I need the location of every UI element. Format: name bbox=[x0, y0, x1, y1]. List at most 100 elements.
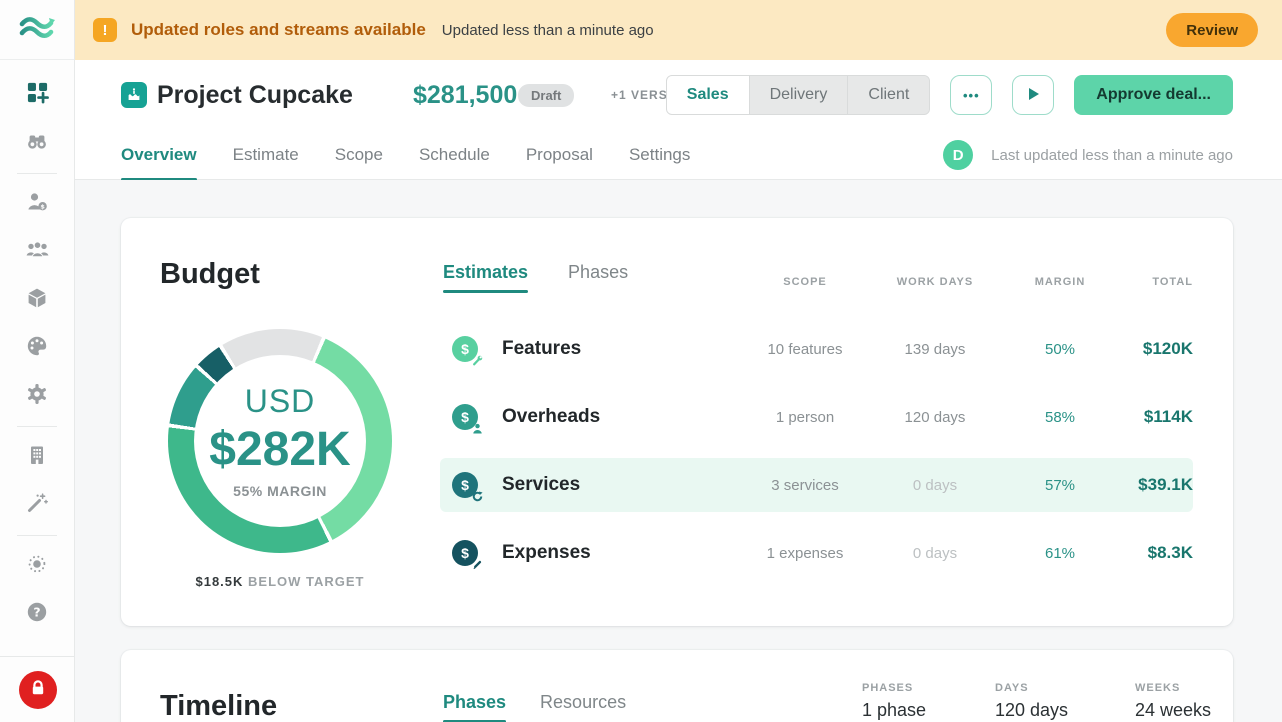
column-header-work-days: WORK DAYS bbox=[870, 276, 1000, 288]
tab-overview[interactable]: Overview bbox=[121, 130, 197, 180]
sidebar-item-roles[interactable]: $ bbox=[0, 180, 75, 228]
timeline-stat-weeks: WEEKS 24 weeks bbox=[1135, 682, 1211, 721]
status-badge: Draft bbox=[518, 84, 574, 107]
sidebar-item-products[interactable] bbox=[0, 276, 75, 324]
dollar-pen-icon: $ bbox=[452, 540, 478, 566]
cube-icon bbox=[25, 286, 49, 315]
row-scope: 10 features bbox=[740, 341, 870, 358]
alert-banner: ! Updated roles and streams available Up… bbox=[75, 0, 1282, 60]
below-target-label: BELOW TARGET bbox=[248, 574, 364, 589]
lock-button[interactable] bbox=[19, 671, 57, 709]
donut-amount: $282K bbox=[209, 422, 350, 477]
sidebar-item-design[interactable] bbox=[0, 324, 75, 372]
column-header-total: TOTAL bbox=[1120, 276, 1193, 288]
row-margin: 50% bbox=[1000, 341, 1120, 358]
sidebar-footer bbox=[0, 656, 75, 722]
tab-settings[interactable]: Settings bbox=[629, 130, 690, 180]
dollar-refresh-icon: $ bbox=[452, 472, 478, 498]
app-logo[interactable] bbox=[0, 0, 74, 60]
tab-proposal[interactable]: Proposal bbox=[526, 130, 593, 180]
question-icon: ? bbox=[25, 600, 49, 629]
sidebar-item-organization[interactable] bbox=[0, 433, 75, 481]
row-scope: 1 expenses bbox=[740, 545, 870, 562]
sun-icon bbox=[25, 552, 49, 581]
row-total: $39.1K bbox=[1120, 475, 1193, 495]
row-label: Expenses bbox=[502, 542, 591, 564]
estimate-row-features[interactable]: $ Features 10 features 139 days 50% $120… bbox=[440, 322, 1193, 376]
ellipsis-icon: ••• bbox=[963, 88, 980, 103]
avatar: D bbox=[943, 140, 973, 170]
sidebar-item-theme[interactable] bbox=[0, 542, 75, 590]
stat-label: DAYS bbox=[995, 682, 1068, 694]
sidebar-item-automation[interactable] bbox=[0, 481, 75, 529]
sidebar-item-apps[interactable] bbox=[0, 71, 75, 119]
estimate-row-services[interactable]: $ Services 3 services 0 days 57% $39.1K bbox=[440, 458, 1193, 512]
row-work-days: 139 days bbox=[870, 341, 1000, 358]
more-actions-button[interactable]: ••• bbox=[950, 75, 992, 115]
lock-icon bbox=[29, 679, 47, 700]
row-margin: 58% bbox=[1000, 409, 1120, 426]
view-segmented-control: Sales Delivery Client bbox=[666, 75, 931, 115]
budget-title: Budget bbox=[160, 258, 260, 291]
stat-label: PHASES bbox=[862, 682, 926, 694]
binoculars-icon bbox=[25, 129, 49, 158]
row-total: $8.3K bbox=[1120, 543, 1193, 563]
estimates-table-header: SCOPE WORK DAYS MARGIN TOTAL bbox=[440, 274, 1193, 290]
donut-margin-label: 55% MARGIN bbox=[233, 483, 327, 499]
segment-delivery[interactable]: Delivery bbox=[750, 76, 849, 114]
timeline-tab-phases[interactable]: Phases bbox=[443, 692, 506, 722]
sidebar-item-teams[interactable] bbox=[0, 228, 75, 276]
wave-logo-icon bbox=[18, 13, 56, 46]
review-button[interactable]: Review bbox=[1166, 13, 1258, 47]
sidebar: $ bbox=[0, 0, 75, 722]
estimate-row-expenses[interactable]: $ Expenses 1 expenses 0 days 61% $8.3K bbox=[440, 526, 1193, 580]
people-icon bbox=[25, 238, 50, 267]
timeline-tab-resources[interactable]: Resources bbox=[540, 692, 626, 722]
row-margin: 61% bbox=[1000, 545, 1120, 562]
gear-icon bbox=[25, 382, 49, 411]
stat-label: WEEKS bbox=[1135, 682, 1211, 694]
app-window: $ bbox=[0, 0, 1282, 722]
stat-value: 1 phase bbox=[862, 700, 926, 721]
play-icon bbox=[1025, 86, 1041, 105]
approve-deal-button[interactable]: Approve deal... bbox=[1074, 75, 1233, 115]
nav-tabs-row: Overview Estimate Scope Schedule Proposa… bbox=[75, 130, 1282, 180]
budget-card: Budget USD $282K 55% MARGIN $18.5K BELOW… bbox=[121, 218, 1233, 626]
dollar-wrench-icon: $ bbox=[452, 336, 478, 362]
segment-sales[interactable]: Sales bbox=[667, 76, 750, 114]
estimate-row-overheads[interactable]: $ Overheads 1 person 120 days 58% $114K bbox=[440, 390, 1193, 444]
row-label: Features bbox=[502, 338, 581, 360]
sidebar-item-settings[interactable] bbox=[0, 372, 75, 420]
column-header-scope: SCOPE bbox=[740, 276, 870, 288]
person-dollar-icon: $ bbox=[25, 190, 49, 219]
tab-scope[interactable]: Scope bbox=[335, 130, 383, 180]
sidebar-divider bbox=[17, 535, 57, 536]
project-title: Project Cupcake bbox=[157, 81, 353, 110]
building-icon bbox=[25, 443, 49, 472]
project-header: Project Cupcake $281,500 Draft +1 VERSIO… bbox=[75, 60, 1282, 130]
sidebar-item-help[interactable]: ? bbox=[0, 590, 75, 638]
play-button[interactable] bbox=[1012, 75, 1054, 115]
column-header-margin: MARGIN bbox=[1000, 276, 1120, 288]
grid-plus-icon bbox=[26, 81, 49, 109]
row-scope: 1 person bbox=[740, 409, 870, 426]
row-total: $120K bbox=[1120, 339, 1193, 359]
stat-value: 24 weeks bbox=[1135, 700, 1211, 721]
warning-icon: ! bbox=[93, 18, 117, 42]
sidebar-item-discover[interactable] bbox=[0, 119, 75, 167]
svg-text:$: $ bbox=[40, 202, 45, 210]
row-label: Services bbox=[502, 474, 580, 496]
dollar-person-icon: $ bbox=[452, 404, 478, 430]
timeline-card: Timeline Phases Resources PHASES 1 phase… bbox=[121, 650, 1233, 722]
row-work-days: 0 days bbox=[870, 545, 1000, 562]
row-scope: 3 services bbox=[740, 477, 870, 494]
segment-client[interactable]: Client bbox=[848, 76, 929, 114]
below-target-note: $18.5K BELOW TARGET bbox=[168, 574, 392, 589]
tab-schedule[interactable]: Schedule bbox=[419, 130, 490, 180]
tab-estimate[interactable]: Estimate bbox=[233, 130, 299, 180]
palette-icon bbox=[25, 334, 49, 363]
below-target-value: $18.5K bbox=[195, 574, 243, 589]
cake-icon bbox=[121, 82, 147, 108]
project-amount: $281,500 bbox=[413, 81, 517, 110]
row-work-days: 120 days bbox=[870, 409, 1000, 426]
